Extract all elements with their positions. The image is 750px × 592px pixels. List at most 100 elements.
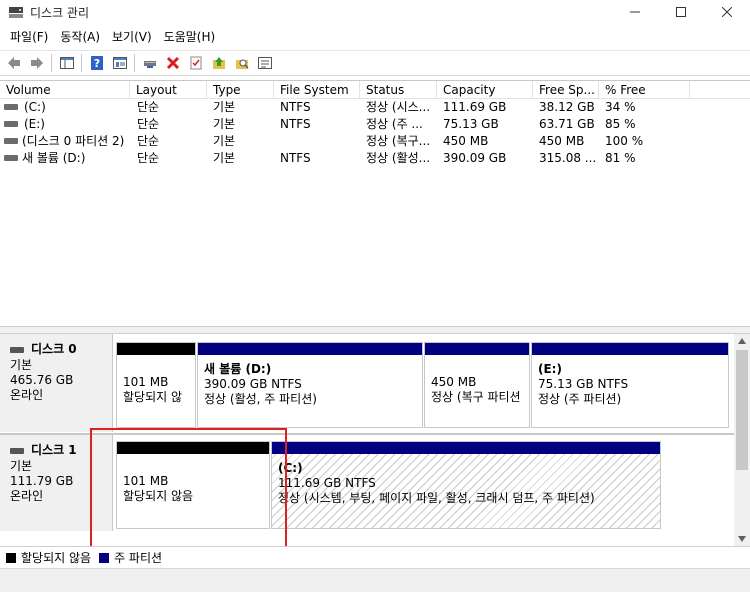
cell-status: 정상 (주 ... (366, 117, 423, 131)
volume-row-c[interactable]: (C:) 단순 기본 NTFS 정상 (시스... 111.69 GB 38.1… (0, 99, 750, 116)
window-title: 디스크 관리 (30, 6, 90, 20)
partition-name: 새 볼륨 (D:) (204, 362, 272, 376)
disk-0-title: 디스크 0 (10, 342, 112, 357)
column-header-percent-free[interactable]: % Free (599, 81, 690, 99)
search-folder-icon (235, 59, 249, 69)
back-button[interactable] (2, 52, 25, 74)
volume-list-header: Volume Layout Type File System Status Ca… (0, 81, 750, 99)
cell-layout: 단순 (137, 100, 160, 114)
volume-icon (4, 121, 18, 127)
disk-0-type: 기본 (10, 358, 33, 372)
cell-free-space: 450 MB (539, 134, 585, 148)
primary-partition-bar (272, 442, 660, 454)
partition-status: 정상 (활성, 주 파티션) (204, 392, 317, 406)
help-button[interactable]: ? (85, 52, 108, 74)
volume-row-disk0-partition2[interactable]: (디스크 0 파티션 2) 단순 기본 정상 (복구... 450 MB 450… (0, 133, 750, 150)
cell-free-space: 38.12 GB (539, 100, 595, 114)
disk-pane-scrollbar[interactable] (734, 334, 750, 546)
primary-partition-bar (425, 343, 529, 355)
legend-bar: 할당되지 않음 주 파티션 (0, 546, 750, 568)
disk-0-partition-d[interactable]: 새 볼륨 (D:) 390.09 GB NTFS 정상 (활성, 주 파티션) (197, 342, 423, 428)
column-header-layout[interactable]: Layout (130, 81, 207, 99)
forward-button[interactable] (25, 52, 48, 74)
toolbar-separator (51, 54, 52, 72)
disk-1-partition-c[interactable]: (C:) 111.69 GB NTFS 정상 (시스템, 부팅, 페이지 파일,… (271, 441, 661, 529)
scroll-up-icon[interactable] (738, 338, 746, 344)
legend-label-primary: 주 파티션 (114, 551, 163, 565)
cell-status: 정상 (복구... (366, 134, 431, 148)
cell-volume: (디스크 0 파티션 2) (22, 134, 125, 148)
delete-icon (166, 56, 179, 70)
svg-text:?: ? (93, 57, 99, 70)
cell-filesystem: NTFS (280, 151, 311, 165)
cell-capacity: 390.09 GB (443, 151, 507, 165)
menu-action[interactable]: 동작(A) (54, 26, 106, 48)
up-folder-icon (212, 57, 225, 69)
cell-filesystem: NTFS (280, 100, 311, 114)
partition-body: 101 MB 할당되지 않 (117, 355, 195, 427)
disk-0-info[interactable]: 디스크 0 기본 465.76 GB 온라인 (0, 334, 113, 432)
partition-status: 정상 (주 파티션) (538, 392, 622, 406)
disk-0-size: 465.76 GB (10, 373, 74, 387)
cell-percent-free: 81 % (605, 151, 636, 165)
legend-swatch-primary (99, 552, 110, 563)
cell-capacity: 111.69 GB (443, 100, 507, 114)
cell-type: 기본 (213, 134, 236, 148)
cell-free-space: 63.71 GB (539, 117, 595, 131)
checklist-button[interactable] (184, 52, 207, 74)
cell-percent-free: 100 % (605, 134, 644, 148)
volume-row-e[interactable]: (E:) 단순 기본 NTFS 정상 (주 ... 75.13 GB 63.71… (0, 116, 750, 133)
highlight-box (90, 428, 287, 548)
menu-view[interactable]: 보기(V) (106, 26, 158, 48)
minimize-button[interactable] (612, 0, 658, 24)
column-header-volume[interactable]: Volume (0, 81, 130, 99)
disk-icon (10, 346, 24, 353)
column-header-free-space[interactable]: Free Sp... (533, 81, 599, 99)
column-header-capacity[interactable]: Capacity (437, 81, 533, 99)
delete-button[interactable] (161, 52, 184, 74)
volume-row-d[interactable]: 새 볼륨 (D:) 단순 기본 NTFS 정상 (활성... 390.09 GB… (0, 150, 750, 167)
toolbar-separator (134, 54, 135, 72)
cell-volume: (E:) (24, 117, 45, 131)
console-tree-button[interactable] (55, 52, 78, 74)
close-button[interactable] (704, 0, 750, 24)
cell-layout: 단순 (137, 117, 160, 131)
volume-icon (4, 155, 18, 161)
partition-body: 새 볼륨 (D:) 390.09 GB NTFS 정상 (활성, 주 파티션) (198, 355, 422, 427)
unallocated-bar (117, 343, 195, 355)
disk-0-state: 온라인 (10, 388, 44, 402)
partition-name: (E:) (538, 362, 562, 376)
connect-drive-button[interactable] (138, 52, 161, 74)
search-folder-button[interactable] (230, 52, 253, 74)
partition-name: (C:) (278, 461, 303, 475)
menu-help[interactable]: 도움말(H) (158, 26, 222, 48)
disk-0-partition-unallocated[interactable]: 101 MB 할당되지 않 (116, 342, 196, 428)
cell-percent-free: 34 % (605, 100, 636, 114)
scroll-down-icon[interactable] (738, 536, 746, 542)
partition-status: 정상 (복구 파티션 (431, 390, 521, 404)
partition-size: 111.69 GB NTFS (278, 476, 376, 490)
cell-volume: 새 볼륨 (D:) (22, 151, 86, 165)
column-header-type[interactable]: Type (207, 81, 274, 99)
back-arrow-icon (7, 57, 20, 69)
disk-0-partition-recovery[interactable]: 450 MB 정상 (복구 파티션 (424, 342, 530, 428)
legend-label-unallocated: 할당되지 않음 (21, 551, 92, 565)
close-icon (722, 7, 732, 17)
partition-size: 75.13 GB NTFS (538, 377, 629, 391)
maximize-button[interactable] (658, 0, 704, 24)
cell-type: 기본 (213, 151, 236, 165)
partition-size: 390.09 GB NTFS (204, 377, 302, 391)
scrollbar-thumb[interactable] (736, 350, 748, 470)
forward-arrow-icon (30, 57, 43, 69)
column-header-status[interactable]: Status (360, 81, 437, 99)
disk-0-partition-e[interactable]: (E:) 75.13 GB NTFS 정상 (주 파티션) (531, 342, 729, 428)
settings-list-button[interactable] (253, 52, 276, 74)
properties-button[interactable] (108, 52, 131, 74)
help-icon: ? (90, 56, 103, 70)
cell-filesystem (280, 133, 358, 150)
up-folder-button[interactable] (207, 52, 230, 74)
menu-file[interactable]: 파일(F) (4, 26, 54, 48)
column-header-filesystem[interactable]: File System (274, 81, 360, 99)
cell-type: 기본 (213, 117, 236, 131)
pane-splitter[interactable] (0, 326, 750, 334)
